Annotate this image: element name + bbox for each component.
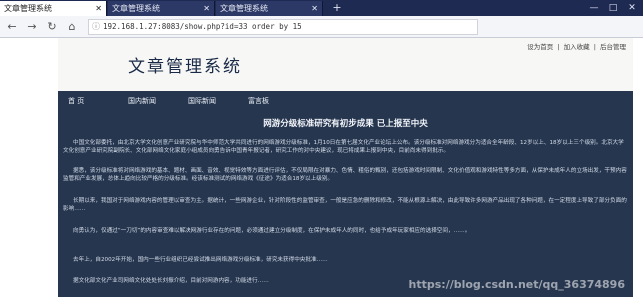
- new-tab-button[interactable]: +: [330, 0, 344, 16]
- address-toolbar: ← → ↻ ⌂ ⓘ 192.168.1.27:8083/show.php?id=…: [0, 16, 643, 38]
- article-paragraph: 向勇认为，仅通过“一刀切”的内容审查难以解决网游行业存在的问题，必须通过建立分级…: [73, 228, 471, 234]
- back-arrow-icon[interactable]: ←: [4, 19, 20, 35]
- article-paragraph: 长期以来，我国对于网络游戏内容的管理以审查为主。据统计，一些网游企业，针对阶段性…: [63, 198, 627, 213]
- watermark: https://blog.csdn.net/qq_36374896: [408, 278, 625, 291]
- article-paragraph: 去年上，自2002年开始，国内一些行业组织已经尝试推出网络游戏分级标准，研究未获…: [73, 257, 328, 263]
- maximize-button[interactable]: □: [604, 0, 622, 16]
- add-favorite-link[interactable]: 加入收藏: [564, 43, 590, 51]
- main-nav: 首 页 国内新闻 国际新闻 富言板: [58, 91, 633, 111]
- browser-tab-bar: 文章管理系统 ✕ 文章管理系统 ✕ 文章管理系统 ✕ + — □ ✕: [0, 0, 643, 16]
- browser-tab[interactable]: 文章管理系统 ✕: [108, 1, 215, 16]
- tab-title: 文章管理系统: [220, 4, 268, 13]
- browser-tab[interactable]: 文章管理系统 ✕: [0, 1, 107, 16]
- info-icon: ⓘ: [92, 22, 100, 31]
- web-page: 设为首页 | 加入收藏 | 后台管理 文章管理系统 首 页 国内新闻 国际新闻 …: [0, 38, 643, 297]
- browser-tab[interactable]: 文章管理系统 ✕: [216, 1, 323, 16]
- forward-arrow-icon[interactable]: →: [24, 19, 40, 35]
- minimize-button[interactable]: —: [585, 0, 603, 16]
- nav-item-guestbook[interactable]: 富言板: [248, 91, 269, 111]
- separator: |: [557, 43, 560, 51]
- close-icon[interactable]: ✕: [95, 1, 102, 16]
- reload-icon[interactable]: ↻: [44, 19, 60, 35]
- article-paragraph: 据悉，该分级标准将对网络游戏的基本、题材、画面、音效、视觉特效等方面进行评估，不…: [63, 168, 627, 183]
- site-header: 设为首页 | 加入收藏 | 后台管理 文章管理系统: [58, 38, 633, 91]
- home-icon[interactable]: ⌂: [64, 19, 80, 35]
- url-input[interactable]: ⓘ 192.168.1.27:8083/show.php?id=33 order…: [88, 19, 478, 35]
- url-text: 192.168.1.27:8083/show.php?id=33 order b…: [103, 22, 302, 31]
- site-logo[interactable]: 文章管理系统: [128, 52, 242, 77]
- article-content: 网游分级标准研究有初步成果 已上报至中央 中国文化部委托，由北京大学文化创意产业…: [58, 111, 633, 297]
- separator: |: [593, 43, 596, 51]
- set-homepage-link[interactable]: 设为首页: [527, 43, 553, 51]
- nav-item-domestic-news[interactable]: 国内新闻: [128, 91, 156, 111]
- close-icon[interactable]: ✕: [203, 1, 210, 16]
- article-paragraph: 中国文化部委托，由北京大学文化创意产业研究院与华中师范大学共同进行的网络游戏分级…: [63, 140, 624, 155]
- close-icon[interactable]: ✕: [311, 1, 318, 16]
- nav-item-international-news[interactable]: 国际新闻: [188, 91, 216, 111]
- tab-title: 文章管理系统: [112, 4, 160, 13]
- article-title: 网游分级标准研究有初步成果 已上报至中央: [263, 119, 428, 129]
- tab-title: 文章管理系统: [4, 4, 52, 13]
- nav-item-home[interactable]: 首 页: [68, 91, 84, 111]
- admin-link[interactable]: 后台管理: [600, 43, 626, 51]
- close-window-button[interactable]: ✕: [623, 0, 641, 16]
- top-links: 设为首页 | 加入收藏 | 后台管理: [526, 41, 627, 51]
